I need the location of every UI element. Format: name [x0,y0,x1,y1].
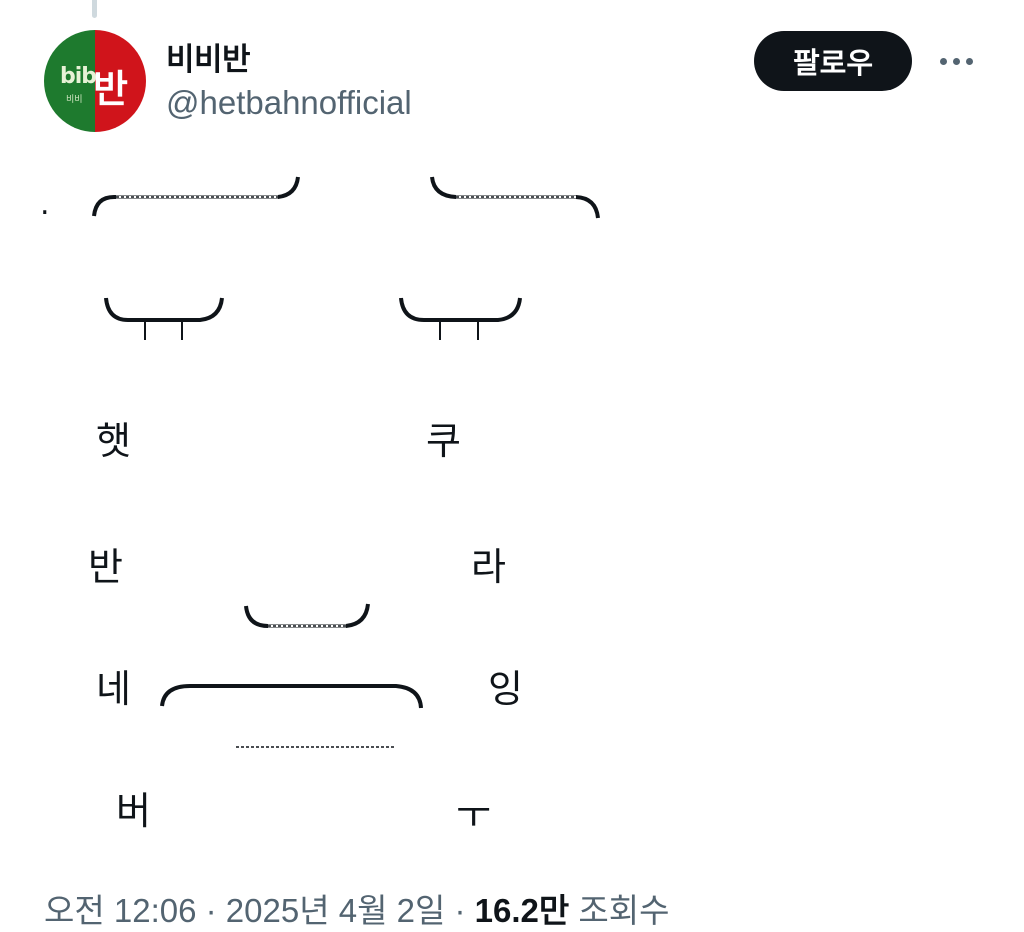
thread-connector-line [92,0,97,18]
text-art-face: . 햇 반 네 버 쿠 라 잉 ㅜ [40,176,600,837]
right-eyebrow [430,176,600,219]
art-dot: . [40,187,50,222]
art-right-3: 잉 [488,667,523,711]
art-right-2: 라 [471,545,506,589]
art-right-4: ㅜ [456,793,491,837]
art-left-3: 네 [96,667,131,711]
avatar[interactable]: bib 반 비비 [44,30,146,132]
display-name[interactable]: 비비반 [166,34,251,79]
avatar-logo-small: 비비 [66,95,83,105]
art-right-1: 쿠 [426,419,461,463]
art-left-2: 반 [88,545,123,589]
user-handle[interactable]: @hetbahnofficial [166,84,412,122]
views-count[interactable]: 16.2만 [475,892,570,929]
art-left-1: 햇 [96,419,131,463]
more-options-icon[interactable] [934,42,978,80]
views-label: 조회수 [569,892,670,929]
dot [965,57,973,65]
dot [939,57,947,65]
art-left-4: 버 [116,789,151,833]
left-eyebrow [92,176,300,217]
timestamp[interactable]: 오전 12:06 · 2025년 4월 2일 · [44,892,475,929]
avatar-logo-hangul: 반 [93,67,128,111]
nose [244,603,370,628]
follow-button[interactable]: 팔로우 [754,31,912,91]
left-eye [104,297,224,322]
right-eye [399,297,522,322]
tweet-metadata: 오전 12:06 · 2025년 4월 2일 · 16.2만 조회수 [44,884,670,932]
mouth [160,684,423,709]
avatar-logo-text: bib [60,64,97,89]
dot [952,57,960,65]
